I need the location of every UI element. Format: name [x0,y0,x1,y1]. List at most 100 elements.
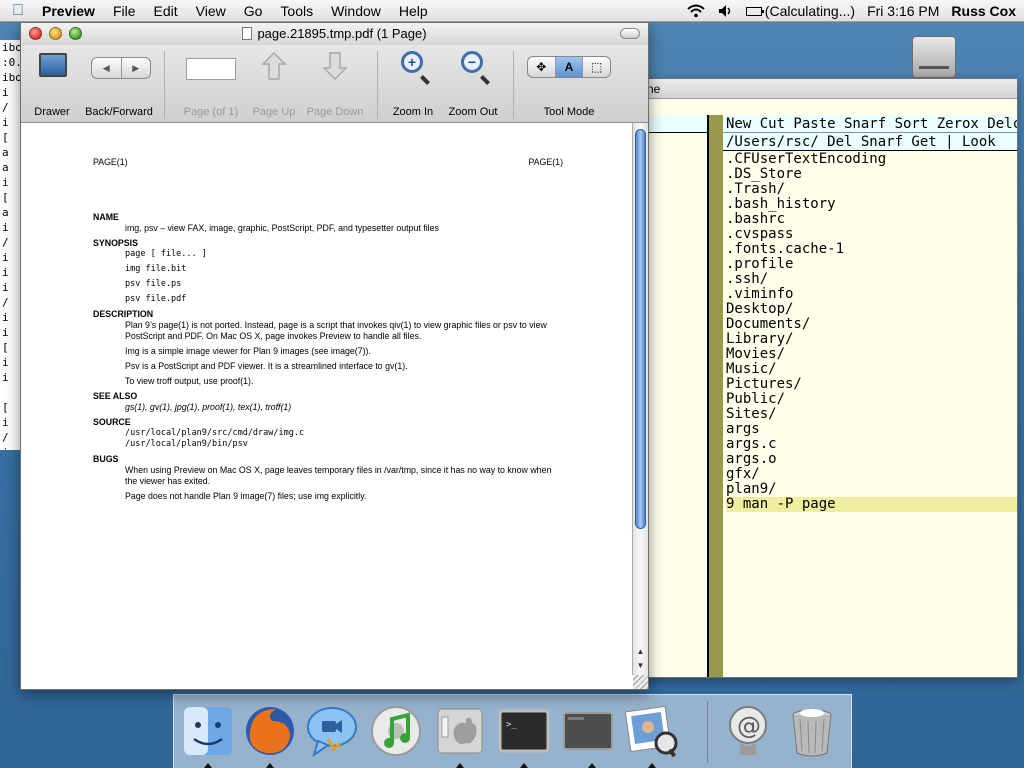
acme-command-line[interactable]: 9 man -P page [726,497,1017,512]
move-tool-icon[interactable]: ✥ [528,57,556,77]
menu-tools[interactable]: Tools [271,0,322,22]
zoom-in-label: Zoom In [392,106,434,118]
firefox-icon[interactable] [242,703,298,759]
zoom-in-handle [420,75,430,85]
page-of-label: Page (of 1) [183,106,239,118]
description-paragraph: Psv is a PostScript and PDF viewer. It i… [125,361,408,371]
acme-titlebar[interactable]: ne [637,79,1017,99]
acme-file-entry[interactable]: .viminfo [726,287,1017,302]
trash-icon[interactable] [784,703,840,759]
back-forward-control[interactable]: ◀ ▶ Back/Forward [83,45,155,123]
acme-file-entry[interactable]: Documents/ [726,317,1017,332]
itunes-icon[interactable] [368,703,424,759]
acme-file-entry[interactable]: Library/ [726,332,1017,347]
scrollbar-thumb[interactable] [635,129,646,529]
battery-indicator[interactable]: (Calculating...) [745,3,855,19]
zoom-button[interactable] [69,27,82,40]
acme-file-entry[interactable]: Movies/ [726,347,1017,362]
acme-file-entry[interactable]: args [726,422,1017,437]
menu-window[interactable]: Window [322,0,390,22]
menu-help[interactable]: Help [390,0,437,22]
acme-file-entry[interactable]: gfx/ [726,467,1017,482]
menu-view[interactable]: View [187,0,235,22]
scroll-up-arrow-icon[interactable]: ▲ [636,647,645,657]
description-paragraph: To view troff output, use proof(1). [125,376,254,386]
document-view[interactable]: PAGE(1) PAGE(1) NAME img, psv – view FAX… [21,123,648,689]
acme-file-entry[interactable]: Public/ [726,392,1017,407]
vertical-scrollbar[interactable]: ▲ ▼ [632,123,648,675]
mail-icon[interactable]: @ [720,703,776,759]
synopsis-block: page [ file... ] img file.bit psv file.p… [93,249,563,305]
zoom-out-icon: − [461,51,483,73]
wifi-icon[interactable] [686,4,706,18]
bugs-paragraph: When using Preview on Mac OS X, page lea… [125,465,552,486]
acme-file-entry[interactable]: Desktop/ [726,302,1017,317]
acme-file-entry[interactable]: .ssh/ [726,272,1017,287]
acme-text-body[interactable]: .CFUserTextEncoding .DS_Store .Trash/.bash… [723,152,1017,677]
back-arrow-icon[interactable]: ◀ [92,58,122,78]
text-tool-icon[interactable]: A [555,57,584,77]
acme-file-entry[interactable]: .CFUserTextEncoding [726,152,1017,167]
acme-window[interactable]: ne New Cut Paste Snarf Sort Zerox Delcol… [636,78,1018,678]
ichat-icon[interactable] [304,703,360,759]
acme-file-entry[interactable]: .bash_history [726,197,1017,212]
menu-edit[interactable]: Edit [145,0,187,22]
menu-file[interactable]: File [104,0,145,22]
forward-arrow-icon[interactable]: ▶ [122,58,151,78]
synopsis-line: page [ file... ] [125,249,207,259]
header-left: PAGE(1) [93,157,128,167]
acme-file-entry[interactable]: Music/ [726,362,1017,377]
close-button[interactable] [29,27,42,40]
acme-file-entry[interactable]: args.o [726,452,1017,467]
zoom-out-button[interactable]: − Zoom Out [441,45,505,123]
running-indicator [266,763,274,768]
resize-grip-icon[interactable] [633,675,648,689]
acme-file-entry[interactable]: .cvspass [726,227,1017,242]
acme-window-tag[interactable]: /Users/rsc/ Del Snarf Get | Look [723,133,1017,151]
synopsis-line: psv file.ps [125,279,182,289]
preview-titlebar[interactable]: page.21895.tmp.pdf (1 Page) [21,23,648,45]
finder-icon[interactable] [180,703,236,759]
x11-icon[interactable] [560,703,616,759]
running-indicator [648,763,656,768]
acme-file-entry[interactable]: .fonts.cache-1 [726,242,1017,257]
acme-file-entry[interactable]: .profile [726,257,1017,272]
acme-file-entry[interactable]: .DS_Store [726,167,1017,182]
section-description-title: DESCRIPTION [93,309,154,319]
page-number-field[interactable] [186,58,236,80]
hard-disk-icon[interactable] [912,36,956,78]
apple-menu-icon[interactable]:  [0,2,36,20]
running-indicator [588,763,596,768]
running-indicator [456,763,464,768]
acme-file-entry[interactable]: Pictures/ [726,377,1017,392]
see-also-text: gs(1), gv(1), jpg(1), proof(1), tex(1), … [125,402,292,412]
page-up-button[interactable]: Page Up [246,45,302,123]
acme-file-entry[interactable]: plan9/ [726,482,1017,497]
volume-icon[interactable] [718,4,734,18]
acme-file-entry[interactable]: Sites/ [726,407,1017,422]
synopsis-line: img file.bit [125,264,187,274]
acme-scrollbar[interactable] [709,115,723,677]
menu-clock[interactable]: Fri 3:16 PM [867,3,939,19]
scroll-down-arrow-icon[interactable]: ▼ [636,661,645,671]
menu-app-name[interactable]: Preview [36,0,104,22]
menu-go[interactable]: Go [235,0,272,22]
document-icon[interactable] [242,27,253,40]
back-forward-segmented: ◀ ▶ [91,57,151,79]
section-bugs-title: BUGS [93,454,119,464]
page-down-button[interactable]: Page Down [302,45,368,123]
acme-column-tag[interactable]: New Cut Paste Snarf Sort Zerox Delcol [723,115,1017,133]
select-tool-icon[interactable]: ⬚ [583,57,610,77]
menu-user[interactable]: Russ Cox [951,3,1016,19]
acme-file-entry[interactable]: .bashrc [726,212,1017,227]
drawer-button[interactable]: Drawer [21,45,83,123]
acme-file-entry[interactable]: .Trash/ [726,182,1017,197]
dock-separator [707,701,708,763]
acme-file-entry[interactable]: args.c [726,437,1017,452]
terminal-icon[interactable]: >_ [496,703,552,759]
zoom-in-button[interactable]: + Zoom In [385,45,441,123]
iphoto-icon[interactable] [624,703,680,759]
minimize-button[interactable] [49,27,62,40]
system-preferences-icon[interactable] [432,703,488,759]
toolbar-toggle-button[interactable] [620,28,640,39]
